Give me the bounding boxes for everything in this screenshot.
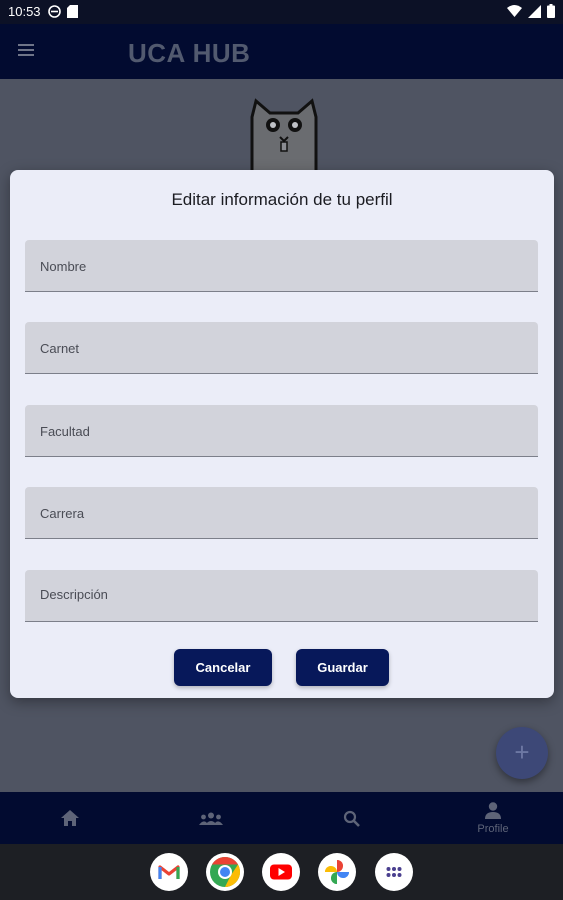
photos-icon[interactable] bbox=[318, 853, 356, 891]
app-bar: UCA HUB bbox=[0, 24, 563, 79]
dialog-title: Editar información de tu perfil bbox=[171, 190, 393, 209]
person-icon bbox=[485, 802, 501, 819]
nav-item-profile[interactable]: Profile bbox=[453, 792, 533, 844]
cat-avatar-icon bbox=[250, 98, 318, 173]
descripcion-field[interactable]: Descripción bbox=[25, 570, 538, 622]
search-icon bbox=[343, 810, 360, 827]
nombre-field[interactable]: Nombre bbox=[25, 240, 538, 292]
edit-profile-dialog: Editar información de tu perfil Nombre C… bbox=[10, 170, 554, 698]
home-icon bbox=[61, 810, 79, 826]
app-dock bbox=[0, 844, 563, 900]
status-bar: 10:53 bbox=[0, 0, 563, 24]
menu-icon[interactable] bbox=[18, 44, 34, 58]
facultad-field[interactable]: Facultad bbox=[25, 405, 538, 457]
plus-icon: + bbox=[514, 737, 530, 767]
vpn-icon bbox=[48, 5, 61, 18]
app-drawer-icon[interactable] bbox=[375, 853, 413, 891]
sd-card-icon bbox=[67, 5, 78, 18]
signal-icon bbox=[528, 4, 541, 18]
nav-label-profile: Profile bbox=[477, 823, 509, 835]
add-fab-button[interactable]: + bbox=[496, 727, 548, 779]
nav-item-groups[interactable] bbox=[171, 792, 251, 844]
battery-icon bbox=[547, 4, 555, 18]
cancel-button[interactable]: Cancelar bbox=[174, 649, 272, 686]
nav-item-home[interactable] bbox=[30, 792, 110, 844]
youtube-icon[interactable] bbox=[262, 853, 300, 891]
carnet-label: Carnet bbox=[40, 341, 80, 356]
save-button[interactable]: Guardar bbox=[296, 649, 389, 686]
carrera-field[interactable]: Carrera bbox=[25, 487, 538, 539]
app-title: UCA HUB bbox=[128, 38, 251, 68]
chrome-icon[interactable] bbox=[206, 853, 244, 891]
facultad-label: Facultad bbox=[40, 424, 90, 439]
gmail-icon[interactable] bbox=[150, 853, 188, 891]
wifi-icon bbox=[507, 5, 522, 17]
group-icon bbox=[199, 812, 223, 825]
carnet-field[interactable]: Carnet bbox=[25, 322, 538, 374]
descripcion-label: Descripción bbox=[40, 587, 108, 602]
carrera-label: Carrera bbox=[40, 506, 85, 521]
bottom-navigation: Profile bbox=[0, 792, 563, 844]
nombre-label: Nombre bbox=[40, 259, 87, 274]
status-time: 10:53 bbox=[8, 4, 41, 19]
nav-item-search[interactable] bbox=[311, 792, 391, 844]
